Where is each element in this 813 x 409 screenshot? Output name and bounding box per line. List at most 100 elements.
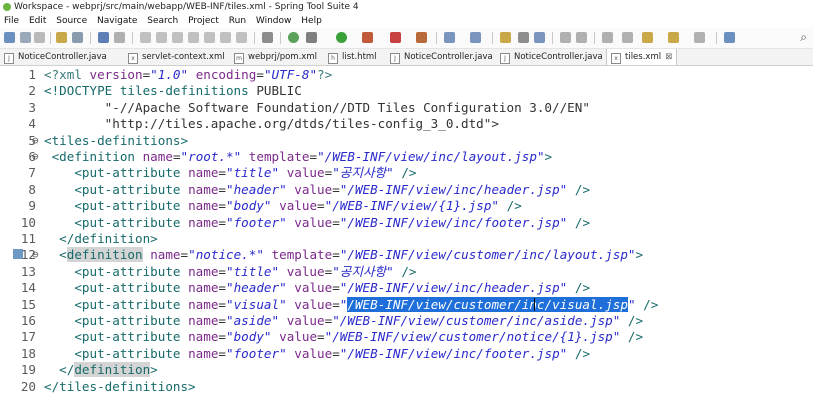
tab-notice-controller-3[interactable]: J NoticeController.java	[500, 49, 603, 65]
code-line[interactable]: 20 </tiles-definitions>	[0, 378, 813, 395]
code-line[interactable]: 14 <put-attribute name="header" value="/…	[0, 279, 813, 296]
code-token: </	[59, 362, 75, 378]
code-token: />	[574, 345, 591, 361]
tab-pom[interactable]: m webprj/pom.xml	[234, 49, 317, 65]
code-editor[interactable]: 1 <?xml version="1.0" encoding="UTF-8"?> 2…	[0, 66, 813, 409]
code-line[interactable]: 4 "http://tiles.apache.org/dtds/tiles-co…	[0, 115, 813, 132]
code-line[interactable]: 16 <put-attribute name="aside" value="/W…	[0, 312, 813, 329]
menu-edit[interactable]: Edit	[26, 14, 49, 28]
code-token: "/WEB-INF/view/inc/layout.jsp"	[317, 149, 545, 164]
line-number: 18	[20, 345, 36, 361]
last-edit-icon[interactable]	[642, 32, 653, 43]
menu-project[interactable]: Project	[185, 14, 222, 28]
code-token: <put-attribute	[74, 214, 189, 230]
stop-icon[interactable]	[390, 32, 401, 43]
code-token: />	[401, 263, 417, 279]
build-icon[interactable]	[72, 32, 83, 43]
back-icon[interactable]	[668, 32, 679, 43]
code-line[interactable]: 2 <!DOCTYPE tiles-definitions PUBLIC	[0, 82, 813, 99]
console-icon[interactable]	[98, 32, 109, 43]
next-annotation-icon[interactable]	[602, 32, 613, 43]
tab-notice-controller[interactable]: J NoticeController.java	[4, 49, 107, 65]
fold-toggle-icon[interactable]: ⊖	[32, 148, 39, 165]
menu-navigate[interactable]: Navigate	[94, 14, 140, 28]
code-token: "title"	[226, 165, 280, 181]
fold-toggle-icon[interactable]: ⊖	[32, 246, 39, 263]
code-line[interactable]: 11 </definition>	[0, 230, 813, 247]
toggle-highlight-icon[interactable]	[576, 32, 587, 43]
tab-list-html[interactable]: h list.html	[328, 49, 377, 65]
code-line[interactable]: 9 <put-attribute name="body" value="/WEB…	[0, 197, 813, 214]
code-token: <put-attribute	[74, 280, 189, 296]
toggle-mark-icon[interactable]	[560, 32, 571, 43]
run-icon[interactable]	[336, 32, 347, 43]
menu-file[interactable]: File	[1, 14, 22, 28]
step-into-icon[interactable]	[204, 32, 215, 43]
new-java-project-icon[interactable]	[444, 32, 455, 43]
code-token: =	[218, 263, 227, 279]
resume-icon[interactable]	[140, 32, 151, 43]
tab-servlet-context[interactable]: x servlet-context.xml	[128, 49, 225, 65]
code-token: <	[59, 247, 67, 263]
code-line[interactable]: 13 <put-attribute name="title" value="공지…	[0, 263, 813, 280]
menu-search[interactable]: Search	[144, 14, 181, 28]
terminal-icon[interactable]	[114, 32, 125, 43]
line-number: 9	[28, 198, 36, 214]
code-line[interactable]: 18 <put-attribute name="footer" value="/…	[0, 345, 813, 362]
new-class-icon[interactable]	[470, 32, 481, 43]
open-task-icon[interactable]	[518, 32, 529, 43]
disconnect-icon[interactable]	[188, 32, 199, 43]
code-token: value	[294, 345, 333, 361]
code-token: />	[574, 280, 591, 296]
step-return-icon[interactable]	[236, 32, 247, 43]
tab-tiles-xml[interactable]: x tiles.xml ⊠	[606, 49, 678, 65]
close-tab-icon[interactable]: ⊠	[665, 52, 672, 62]
code-token: name	[142, 149, 173, 164]
print-icon[interactable]	[56, 32, 67, 43]
search-icon[interactable]: ⌕	[800, 30, 807, 45]
maven-file-icon: m	[234, 53, 244, 64]
open-type-icon[interactable]	[500, 32, 511, 43]
spring-boot-icon[interactable]	[288, 32, 299, 43]
code-token: name	[188, 296, 219, 312]
code-line[interactable]: 19 </definition>	[0, 361, 813, 378]
menu-run[interactable]: Run	[226, 14, 249, 28]
code-line[interactable]: 12 ⊖ <definition name="notice.*" template…	[0, 246, 813, 263]
code-line[interactable]: 10 <put-attribute name="footer" value="/…	[0, 214, 813, 231]
save-icon[interactable]	[20, 32, 31, 43]
new-file-icon[interactable]	[4, 32, 15, 43]
menu-help[interactable]: Help	[298, 14, 325, 28]
search-toolbar-icon[interactable]	[534, 32, 545, 43]
code-line[interactable]: 17 <put-attribute name="body" value="/WE…	[0, 328, 813, 345]
code-line[interactable]: 15 <put-attribute name="visual" value="/…	[0, 296, 813, 313]
code-line[interactable]: 1 <?xml version="1.0" encoding="UTF-8"?>	[0, 66, 813, 83]
debug-icon[interactable]	[306, 32, 317, 43]
pin-editor-icon[interactable]	[724, 32, 735, 43]
code-line[interactable]: 7 <put-attribute name="title" value="공지사…	[0, 164, 813, 181]
line-code: <definition name="notice.*" template="/W…	[44, 246, 643, 263]
code-line[interactable]: 8 <put-attribute name="header" value="/W…	[0, 181, 813, 198]
code-line[interactable]: 5 ⊖ <tiles-definitions>	[0, 132, 813, 149]
forward-icon[interactable]	[694, 32, 705, 43]
code-line[interactable]: 3 "-//Apache Software Foundation//DTD Ti…	[0, 99, 813, 116]
code-line[interactable]: 6 ⊖ <definition name="root.*" template="/…	[0, 148, 813, 165]
previous-annotation-icon[interactable]	[622, 32, 633, 43]
code-token: version	[89, 67, 143, 82]
menu-source[interactable]: Source	[53, 14, 90, 28]
code-token: />	[574, 214, 591, 230]
line-number: 5	[28, 132, 36, 148]
suspend-icon[interactable]	[156, 32, 167, 43]
fold-toggle-icon[interactable]: ⊖	[32, 132, 39, 149]
code-token: "header"	[226, 181, 287, 197]
coverage-icon[interactable]	[362, 32, 373, 43]
code-token: "/WEB-INF/view/{1}.jsp"	[324, 198, 500, 214]
save-all-icon[interactable]	[34, 32, 45, 43]
format-icon[interactable]	[262, 32, 273, 43]
terminate-icon[interactable]	[172, 32, 183, 43]
tab-notice-controller-2[interactable]: J NoticeController.java	[390, 49, 493, 65]
menu-window[interactable]: Window	[253, 14, 295, 28]
step-over-icon[interactable]	[220, 32, 231, 43]
external-tools-icon[interactable]	[416, 32, 427, 43]
